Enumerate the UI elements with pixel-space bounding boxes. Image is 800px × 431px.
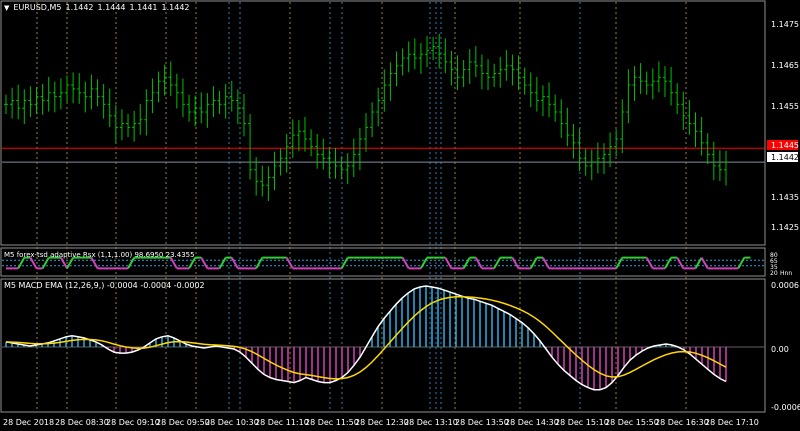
time-axis: 28 Dec 2018 28 Dec 08:30 28 Dec 09:10 28… bbox=[3, 418, 759, 427]
time-label: 28 Dec 16:30 bbox=[655, 418, 709, 427]
ohlc-close: 1.1442 bbox=[161, 3, 190, 12]
macd-level-label: -0.0006 bbox=[771, 403, 800, 412]
time-label: 28 Dec 14:30 bbox=[505, 418, 559, 427]
chart-canvas[interactable]: 1.1475 1.1465 1.1455 1.1435 1.1425 1.144… bbox=[0, 0, 800, 431]
time-label: 28 Dec 11:10 bbox=[255, 418, 309, 427]
time-label: 28 Dec 09:10 bbox=[106, 418, 160, 427]
time-label: 28 Dec 08:30 bbox=[55, 418, 109, 427]
rsx-panel-title: M5 forex-tsd adaptive Rsx (1,1,1.00) 98.… bbox=[4, 251, 195, 259]
background bbox=[0, 0, 800, 431]
time-label: 28 Dec 13:50 bbox=[455, 418, 509, 427]
macd-level-label: 0.0006 bbox=[771, 281, 799, 290]
time-label: 28 Dec 09:50 bbox=[156, 418, 210, 427]
rsx-level-label: 20 bbox=[770, 270, 778, 277]
dropdown-triangle-icon[interactable]: ▼ bbox=[4, 3, 9, 13]
price-label: 1.1475 bbox=[771, 20, 799, 29]
time-label: 28 Dec 17:10 bbox=[705, 418, 759, 427]
time-label: 28 Dec 13:10 bbox=[404, 418, 458, 427]
time-label: 28 Dec 10:30 bbox=[205, 418, 259, 427]
ohlc-high: 1.1444 bbox=[97, 3, 126, 12]
macd-level-label: 0.00 bbox=[771, 345, 789, 354]
level-price-label: 1.1445 bbox=[771, 141, 799, 150]
time-label: 28 Dec 11:50 bbox=[305, 418, 359, 427]
ohlc-low: 1.1441 bbox=[129, 3, 158, 12]
symbol-label: EURUSD,M5 bbox=[13, 3, 62, 12]
ohlc-open: 1.1442 bbox=[65, 3, 94, 12]
rsx-level-label: Hnn bbox=[780, 270, 792, 277]
current-price-label: 1.1442 bbox=[771, 153, 799, 162]
price-label: 1.1455 bbox=[771, 102, 799, 111]
macd-panel-title: M5 MACD EMA (12,26,9,) -0.0004 -0.0004 -… bbox=[4, 281, 205, 290]
main-panel-header: ▼ EURUSD,M5 1.1442 1.1444 1.1441 1.1442 bbox=[4, 3, 194, 13]
time-label: 28 Dec 2018 bbox=[3, 418, 54, 427]
time-label: 28 Dec 12:30 bbox=[355, 418, 409, 427]
price-label: 1.1435 bbox=[771, 193, 799, 202]
price-label: 1.1465 bbox=[771, 61, 799, 70]
time-label: 28 Dec 15:10 bbox=[555, 418, 609, 427]
time-label: 28 Dec 15:50 bbox=[605, 418, 659, 427]
price-label: 1.1425 bbox=[771, 223, 799, 232]
